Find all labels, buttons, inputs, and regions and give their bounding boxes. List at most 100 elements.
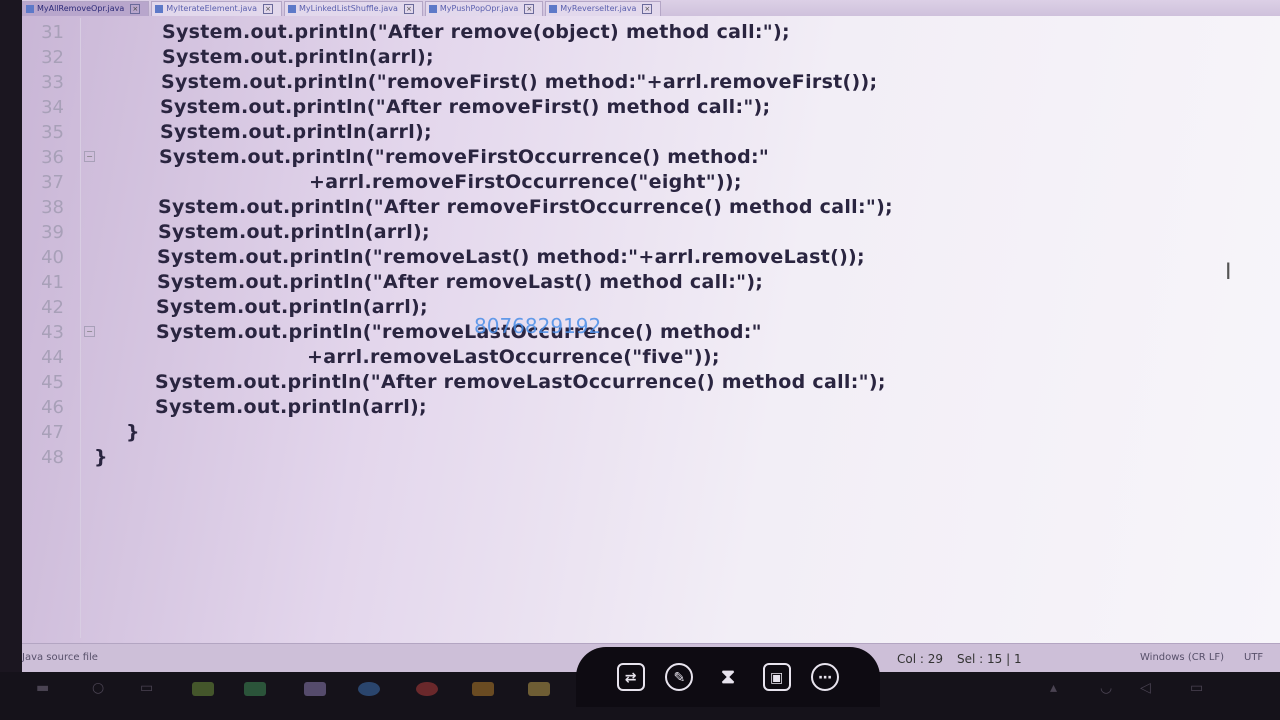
close-icon[interactable]: × (130, 4, 141, 14)
status-line-endings: Windows (CR LF) (1140, 652, 1225, 663)
code-text[interactable]: System.out.println(arrl); (155, 395, 427, 420)
volume-icon[interactable]: ◁ (1140, 680, 1151, 696)
line-number: 41 (41, 272, 64, 293)
tab-myreverseiter[interactable]: MyReverseIter.java × (545, 1, 662, 16)
tab-label: MyPushPopOpr.java (439, 4, 519, 13)
code-text[interactable]: System.out.println("After removeLast() m… (157, 270, 763, 295)
app-icon[interactable] (416, 682, 438, 696)
fold-toggle-icon[interactable]: − (84, 326, 95, 337)
java-file-icon (155, 5, 164, 13)
floating-toolbar: ⇄ ✎ ⧗ ▣ ⋯ (576, 647, 880, 707)
code-text[interactable]: System.out.println(arrl); (160, 120, 432, 145)
code-text[interactable]: System.out.println("After removeLastOccu… (155, 370, 886, 395)
code-text[interactable]: System.out.println(arrl); (162, 45, 434, 70)
app-icon[interactable] (192, 682, 214, 696)
line-number: 45 (41, 372, 64, 393)
browser-icon[interactable] (358, 682, 380, 696)
status-column: Col : 29 (897, 652, 943, 666)
network-icon[interactable]: ◡ (1100, 680, 1112, 696)
code-line[interactable]: 46 System.out.println(arrl); (22, 395, 1222, 420)
task-view-icon[interactable]: ▭ (140, 680, 153, 696)
code-line[interactable]: 45 System.out.println("After removeLastOc… (22, 370, 1222, 395)
fold-toggle-icon[interactable]: − (84, 151, 95, 162)
code-line[interactable]: 32 System.out.println(arrl); (22, 45, 1222, 70)
editor-tab-bar: MyAllRemoveOpr.java × MyIterateElement.ja… (22, 0, 1280, 16)
line-number: 47 (41, 422, 64, 443)
code-text[interactable]: System.out.println("removeFirstOccurrenc… (159, 145, 769, 170)
start-icon[interactable]: ▬ (36, 680, 49, 696)
watermark-text: 8076829192 (474, 314, 602, 338)
status-file-type: Java source file (22, 652, 98, 663)
tab-mylinkedlistshuffle[interactable]: MyLinkedListShuffle.java × (284, 1, 423, 16)
close-icon[interactable]: × (524, 4, 535, 14)
code-line[interactable]: 39 System.out.println(arrl); (22, 220, 1222, 245)
code-text[interactable]: System.out.println("After removeFirstOcc… (158, 195, 893, 220)
code-line[interactable]: 47} (22, 420, 1222, 445)
code-text[interactable]: System.out.println("removeFirst() method… (161, 70, 877, 95)
status-selection: Sel : 15 | 1 (957, 652, 1022, 666)
app-icon[interactable] (304, 682, 326, 696)
code-line[interactable]: 35 System.out.println(arrl); (22, 120, 1222, 145)
close-icon[interactable]: × (403, 4, 414, 14)
swap-icon[interactable]: ⇄ (616, 663, 645, 691)
line-number: 48 (41, 447, 64, 468)
hourglass-icon[interactable]: ⧗ (714, 663, 742, 691)
close-icon[interactable]: × (642, 4, 653, 14)
app-icon[interactable] (244, 682, 266, 696)
code-text[interactable]: +arrl.removeFirstOccurrence("eight")); (309, 170, 742, 195)
editor-screen: MyAllRemoveOpr.java × MyIterateElement.ja… (22, 0, 1280, 672)
tab-label: MyIterateElement.java (166, 4, 257, 13)
tab-label: MyAllRemoveOpr.java (37, 4, 125, 13)
line-number: 46 (41, 397, 64, 418)
code-line[interactable]: 34 System.out.println("After removeFirst(… (22, 95, 1222, 120)
tray-icon[interactable]: ▴ (1050, 680, 1057, 696)
code-text[interactable]: } (126, 420, 140, 445)
line-number: 44 (41, 347, 64, 368)
code-line[interactable]: 41 System.out.println("After removeLast()… (22, 270, 1222, 295)
java-file-icon (288, 5, 296, 13)
code-text[interactable]: System.out.println(arrl); (158, 220, 430, 245)
clock-icon[interactable]: ▭ (1190, 680, 1203, 696)
code-text[interactable]: System.out.println("After remove(object)… (162, 20, 790, 45)
code-editor[interactable]: 31 System.out.println("After remove(objec… (22, 18, 1280, 638)
code-line[interactable]: 37 +arrl.removeFirstOccurrence("eight")); (22, 170, 1222, 195)
code-line[interactable]: 31 System.out.println("After remove(objec… (22, 20, 1222, 45)
code-line[interactable]: 38 System.out.println("After removeFirstO… (22, 195, 1222, 220)
line-number: 32 (41, 47, 64, 68)
line-number: 43 (41, 322, 64, 343)
code-text[interactable]: System.out.println("removeLast() method:… (157, 245, 865, 270)
tab-label: MyReverseIter.java (560, 4, 637, 13)
code-text[interactable]: System.out.println("removeLastOccurrence… (156, 320, 762, 345)
line-number: 40 (41, 247, 64, 268)
code-line[interactable]: 33 System.out.println("removeFirst() meth… (22, 70, 1222, 95)
status-encoding: UTF (1244, 652, 1264, 663)
java-file-icon (549, 5, 558, 13)
code-line[interactable]: 44 +arrl.removeLastOccurrence("five")); (22, 345, 1222, 370)
tab-myallremoveopr[interactable]: MyAllRemoveOpr.java × (22, 1, 150, 16)
tab-mypushpopopr[interactable]: MyPushPopOpr.java × (424, 1, 544, 16)
image-icon[interactable]: ▣ (762, 663, 791, 691)
code-text[interactable]: System.out.println("After removeFirst() … (160, 95, 770, 120)
more-icon[interactable]: ⋯ (811, 663, 840, 691)
line-number: 42 (41, 297, 64, 318)
line-number: 39 (41, 222, 64, 243)
app-icon[interactable] (472, 682, 494, 696)
code-text[interactable]: } (94, 445, 108, 470)
search-icon[interactable]: ○ (92, 680, 104, 696)
code-line[interactable]: 43 − System.out.println("removeLastOccurre… (22, 320, 1222, 345)
tab-myiterateelement[interactable]: MyIterateElement.java × (151, 1, 282, 16)
java-file-icon (26, 5, 34, 13)
text-cursor-icon: I (1225, 260, 1232, 285)
line-number: 35 (41, 122, 64, 143)
close-icon[interactable]: × (263, 4, 273, 14)
code-text[interactable]: System.out.println(arrl); (156, 295, 428, 320)
code-line[interactable]: 36 − System.out.println("removeFirstOccurr… (22, 145, 1222, 170)
code-text[interactable]: +arrl.removeLastOccurrence("five")); (307, 345, 720, 370)
code-line[interactable]: 48} (22, 445, 1222, 470)
code-line[interactable]: 40 System.out.println("removeLast() metho… (22, 245, 1222, 270)
code-line[interactable]: 42 System.out.println(arrl); (22, 295, 1222, 320)
line-number: 37 (41, 172, 64, 193)
folder-icon[interactable] (528, 682, 550, 696)
tab-label: MyLinkedListShuffle.java (299, 4, 398, 13)
pen-icon[interactable]: ✎ (665, 663, 694, 691)
